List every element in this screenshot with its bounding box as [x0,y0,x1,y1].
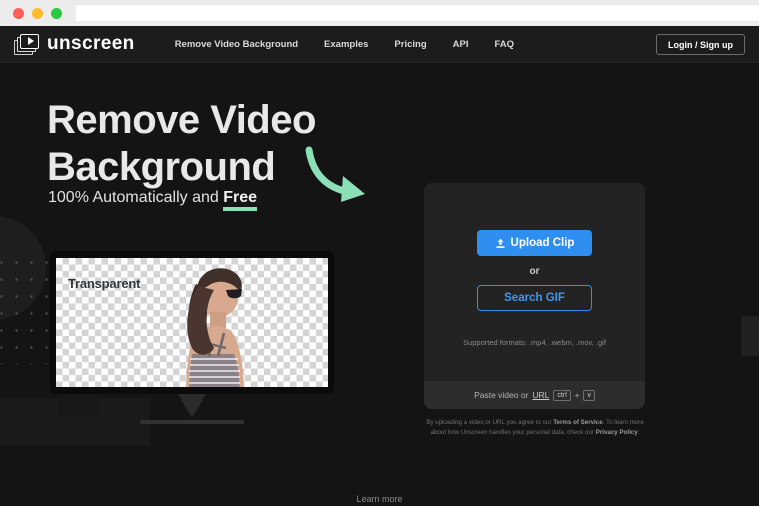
kbd-v: v [583,389,595,401]
legal-line2-c: . [637,429,640,437]
decorative-rect-right [741,316,759,356]
nav-remove-video-background[interactable]: Remove Video Background [175,39,298,50]
hero-subtitle-prefix: 100% Automatically and [48,189,224,206]
kbd-plus: + [574,390,580,400]
learn-more-link[interactable]: Learn more [0,494,759,504]
privacy-policy-link[interactable]: Privacy Policy [596,429,638,436]
hero-title-line2: Background [47,145,276,190]
brand-name: unscreen [47,33,135,54]
supported-formats-label: Supported formats: .mp4, .webm, .mov, .g… [463,338,606,347]
upload-arrow-icon [495,238,505,248]
terms-of-service-link[interactable]: Terms of Service [553,419,602,426]
main-nav: Remove Video Background Examples Pricing… [175,39,514,50]
monitor-preview: Transparent [50,251,334,424]
decorative-dot-grid [0,254,52,364]
search-gif-button[interactable]: Search GIF [477,285,592,311]
legal-disclaimer: By uploading a video or URL you agree to… [415,418,655,438]
address-bar[interactable] [76,5,759,21]
upload-card: Upload Clip or Search GIF Supported form… [424,183,645,409]
monitor-base [140,420,244,424]
hero-subtitle: 100% Automatically and Free [48,189,258,211]
upload-clip-button[interactable]: Upload Clip [477,230,592,256]
hero-subtitle-highlight: Free [223,189,258,211]
paste-video-bar[interactable]: Paste video or URL ctrl + v [424,381,645,409]
minimize-window-dot[interactable] [32,7,43,19]
page-title: Remove Video Background [47,97,316,191]
nav-faq[interactable]: FAQ [494,39,514,50]
curved-arrow-down-right-icon [305,146,365,202]
legal-line2-a: about how Unscreen handles your personal… [430,429,596,437]
paste-url-link[interactable]: URL [532,390,549,400]
transparent-video-screen: Transparent [56,258,328,387]
hero-title-line1: Remove Video [47,98,316,142]
paste-prefix-label: Paste video or [474,390,529,400]
upload-card-body: Upload Clip or Search GIF Supported form… [424,183,645,381]
legal-line1-c: . To learn more [602,419,644,426]
video-frames-play-icon [14,33,40,55]
upload-clip-label: Upload Clip [510,237,575,249]
kbd-ctrl: ctrl [553,389,571,401]
close-window-dot[interactable] [13,7,24,19]
legal-line1-a: By uploading a video or URL you agree to… [426,419,554,426]
nav-pricing[interactable]: Pricing [394,39,426,50]
subject-person-image [186,268,244,387]
brand-logo[interactable]: unscreen [14,33,135,55]
browser-chrome [0,0,759,26]
monitor-stand [178,394,206,418]
monitor-bezel: Transparent [50,251,334,394]
nav-api[interactable]: API [453,39,469,50]
transparent-label: Transparent [68,276,141,291]
site-header: unscreen Remove Video Background Example… [0,26,759,63]
login-signup-button[interactable]: Login / Sign up [656,34,745,55]
nav-examples[interactable]: Examples [324,39,368,50]
page-body: unscreen Remove Video Background Example… [0,26,759,506]
maximize-window-dot[interactable] [51,7,62,19]
or-separator-label: or [529,266,540,277]
